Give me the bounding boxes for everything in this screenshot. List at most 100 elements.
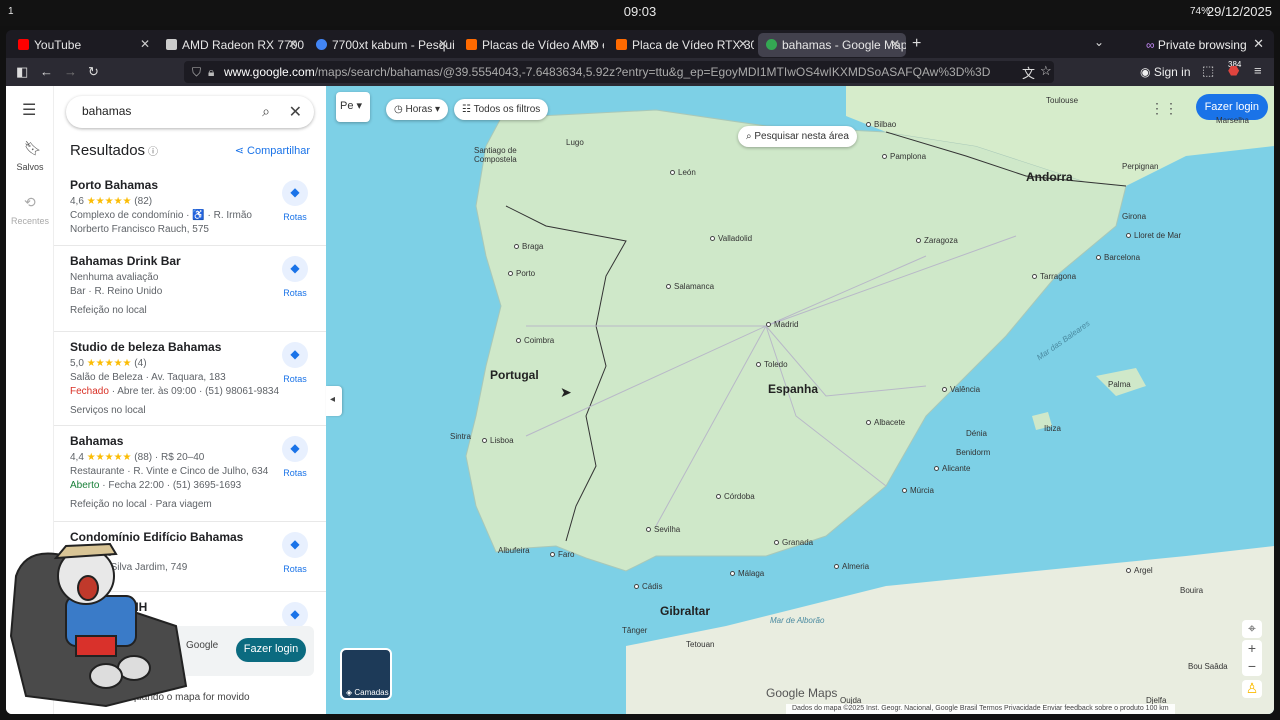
private-label: Private browsing <box>1157 38 1247 52</box>
history-icon[interactable]: ⟲ <box>24 194 36 211</box>
search-icon[interactable]: ⌕ <box>262 103 270 120</box>
window-close-icon[interactable]: ✕ <box>1253 36 1264 52</box>
tab-title: AMD Radeon RX 7700 X <box>182 38 304 52</box>
map-label-city: Bilbao <box>866 120 896 129</box>
list-tabs-chevron-icon[interactable]: ⌄ <box>1094 35 1104 49</box>
close-icon[interactable]: ✕ <box>438 37 448 51</box>
directions-button[interactable]: ◆ Rotas <box>280 532 310 574</box>
translate-icon[interactable]: 文 <box>1022 63 1035 82</box>
tab-youtube[interactable]: YouTube ✕ <box>10 33 156 57</box>
apps-grid-icon[interactable]: ⋮⋮ <box>1150 100 1178 117</box>
directions-button[interactable]: ◆ Rotas <box>280 342 310 384</box>
close-icon[interactable]: ✕ <box>140 37 150 51</box>
zoom-in-button[interactable]: + <box>1242 640 1262 658</box>
back-button[interactable]: ← <box>40 64 53 79</box>
map-label-city: Córdoba <box>716 492 755 501</box>
share-label: Compartilhar <box>247 145 310 157</box>
hours-filter[interactable]: ◷ Horas ▾ <box>386 99 449 120</box>
extensions-icon[interactable]: ⬚ <box>1202 63 1214 79</box>
clock-icon: ◷ <box>394 104 403 115</box>
url-bar[interactable]: ⛉ 🔒︎ www.google.com/maps/search/bahamas/… <box>184 61 1054 83</box>
directions-button[interactable]: ◆ Rotas <box>280 256 310 298</box>
map-label-city: Almeria <box>834 562 869 571</box>
new-tab-button[interactable]: + <box>912 35 921 53</box>
map-label-sea: Mar de Alborão <box>770 616 825 625</box>
directions-label: Rotas <box>283 374 307 384</box>
map-label-city: Lloret de Mar <box>1126 231 1181 240</box>
hours-phone: · Fecha 22:00 · (51) 3695-1693 <box>99 480 242 491</box>
my-location-icon[interactable]: ⌖ <box>1242 620 1262 638</box>
rail-recent-label[interactable]: Recentes <box>6 216 54 226</box>
list-item[interactable]: Porto Bahamas 4,6 ★★★★★ (82) Complexo de… <box>54 170 326 246</box>
list-item[interactable]: Bahamas 4,4 ★★★★★ (88) · R$ 20–40 Restau… <box>54 426 326 522</box>
search-this-area-button[interactable]: ⌕ Pesquisar nesta área <box>738 126 857 147</box>
reload-button[interactable]: ↻ <box>88 64 99 80</box>
rating-count: (88) · R$ 20–40 <box>134 452 205 463</box>
search-icon: ⌕ <box>746 131 752 142</box>
map-label-city: Zaragoza <box>916 236 958 245</box>
zoom-out-button[interactable]: − <box>1242 658 1262 676</box>
lock-icon[interactable]: 🔒︎ <box>208 65 214 80</box>
map-label-city: Valência <box>942 385 980 394</box>
directions-button[interactable]: ◆ Rotas <box>280 180 310 222</box>
tab-kabum-amd[interactable]: Placas de Vídeo AMD e ✕ <box>458 33 604 57</box>
shield-icon[interactable]: ⛉ <box>192 65 201 80</box>
map-canvas[interactable]: Pe ▾ ◷ Horas ▾ ☷ Todos os filtros ⌕ Pesq… <box>326 86 1274 714</box>
tab-amd-radeon[interactable]: AMD Radeon RX 7700 X ✕ <box>158 33 304 57</box>
map-label-city: Lisboa <box>482 436 514 445</box>
place-hours: Aberto · Fecha 22:00 · (51) 3695-1693 <box>70 480 326 491</box>
all-filters-button[interactable]: ☷ Todos os filtros <box>454 99 549 120</box>
list-item[interactable]: Bahamas Drink Bar Nenhuma avaliação Bar … <box>54 246 326 332</box>
place-service: Refeição no local <box>70 305 147 316</box>
bookmark-icon[interactable]: 🔖︎ <box>24 140 42 157</box>
map-label-city: Lugo <box>566 138 584 147</box>
directions-label: Rotas <box>283 288 307 298</box>
map-label-city: Toledo <box>756 360 788 369</box>
map-filter-chip[interactable]: Pe ▾ <box>336 92 370 122</box>
results-title: Resultados <box>70 142 146 159</box>
layers-button[interactable]: ◈ Camadas <box>340 648 392 700</box>
close-icon[interactable]: ✕ <box>738 37 748 51</box>
menu-icon[interactable]: ≡ <box>1254 63 1262 78</box>
collapse-panel-button[interactable]: ◂ <box>326 386 342 416</box>
place-address: Norberto Francisco Rauch, 575 <box>70 224 209 235</box>
close-icon[interactable]: ✕ <box>289 102 302 122</box>
map-label-country: Andorra <box>1026 170 1073 184</box>
close-icon[interactable]: ✕ <box>288 37 298 51</box>
tab-kabum-rtx[interactable]: Placa de Vídeo RTX 306 ✕ <box>608 33 754 57</box>
share-icon: ⋖ <box>234 145 244 157</box>
map-label-city: Granada <box>774 538 813 547</box>
filters-label: Todos os filtros <box>473 104 541 115</box>
list-item[interactable]: Studio de beleza Bahamas 5,0 ★★★★★ (4) S… <box>54 332 326 426</box>
forward-button[interactable]: → <box>64 64 77 79</box>
map-footer[interactable]: Dados do mapa ©2025 Inst. Geogr. Naciona… <box>786 704 1175 714</box>
bookmark-star-icon[interactable]: ☆ <box>1040 63 1052 79</box>
map-label-country: Gibraltar <box>660 604 711 618</box>
hamburger-menu-icon[interactable]: ☰ <box>22 100 36 120</box>
search-input[interactable]: bahamas ⌕ ✕ <box>66 96 314 128</box>
tab-google-search[interactable]: 7700xt kabum - Pesquis ✕ <box>308 33 454 57</box>
mouse-cursor-icon: ➤ <box>560 384 572 400</box>
map-label-city: Argel <box>1126 566 1153 575</box>
directions-label: Rotas <box>283 468 307 478</box>
share-button[interactable]: ⋖ Compartilhar <box>235 144 310 157</box>
close-icon[interactable]: ✕ <box>890 37 900 51</box>
close-icon[interactable]: ✕ <box>588 37 598 51</box>
maps-pin-icon <box>766 39 777 50</box>
sign-in-button[interactable]: ◉ Sign in <box>1140 65 1191 79</box>
rail-saved-label[interactable]: Salvos <box>6 162 54 172</box>
pegman-icon[interactable]: ♙ <box>1242 680 1262 698</box>
youtube-icon <box>18 39 29 50</box>
directions-icon: ◆ <box>282 602 308 628</box>
info-icon[interactable]: ⓘ <box>148 147 158 158</box>
directions-button[interactable]: ◆ Rotas <box>280 436 310 478</box>
ublock-icon[interactable]: ⬣ <box>1228 63 1239 79</box>
hours-phone: · Abre ter. às 09:00 · (51) 98061-9834 <box>108 386 280 397</box>
mascot-sticker <box>9 542 188 708</box>
tab-google-maps[interactable]: bahamas - Google Maps ✕ <box>758 33 906 57</box>
map-label-city: Bouira <box>1180 586 1204 595</box>
directions-label: Rotas <box>283 212 307 222</box>
login-button[interactable]: Fazer login <box>236 638 306 662</box>
map-label-city: Bou Saâda <box>1188 662 1228 671</box>
sidebar-toggle-icon[interactable]: ◧ <box>16 64 28 80</box>
